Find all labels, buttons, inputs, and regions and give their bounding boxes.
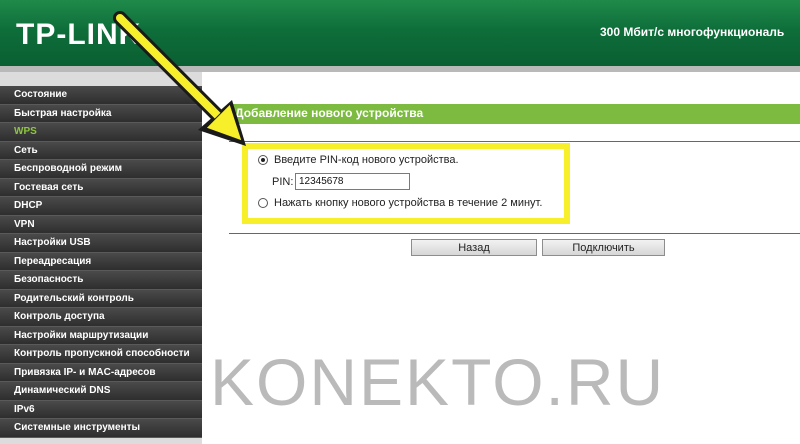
sidebar-item[interactable]: Контроль пропускной способности bbox=[0, 345, 202, 364]
sidebar-item[interactable]: Системные инструменты bbox=[0, 419, 202, 438]
sidebar-item[interactable]: Сеть bbox=[0, 141, 202, 160]
sidebar-item[interactable]: Состояние bbox=[0, 86, 202, 105]
sidebar-item[interactable]: Динамический DNS bbox=[0, 382, 202, 401]
section-title: Добавление нового устройства bbox=[235, 106, 424, 120]
sidebar-item[interactable]: Родительский контроль bbox=[0, 289, 202, 308]
sidebar-item[interactable]: VPN bbox=[0, 215, 202, 234]
sidebar-item[interactable]: WPS bbox=[0, 123, 202, 142]
sidebar: Состояние Быстрая настройка WPS Сеть Беспров… bbox=[0, 72, 202, 444]
router-admin-page: TP-LINK 300 Мбит/с многофункциональ Сост… bbox=[0, 0, 800, 444]
sidebar-item[interactable]: DHCP bbox=[0, 197, 202, 216]
watermark: KONEKTO.RU bbox=[210, 345, 666, 419]
tp-link-logo: TP-LINK bbox=[16, 18, 142, 51]
sidebar-item[interactable]: Быстрая настройка bbox=[0, 104, 202, 123]
sidebar-item[interactable]: IPv6 bbox=[0, 400, 202, 419]
back-button[interactable]: Назад bbox=[411, 239, 537, 256]
highlight-box bbox=[242, 143, 570, 224]
divider bbox=[229, 141, 800, 142]
sidebar-item[interactable]: Привязка IP- и MAC-адресов bbox=[0, 363, 202, 382]
header-bar: TP-LINK 300 Мбит/с многофункциональ bbox=[0, 0, 800, 66]
section-header: Добавление нового устройства bbox=[229, 104, 800, 124]
sidebar-item[interactable]: Настройки маршрутизации bbox=[0, 326, 202, 345]
connect-button[interactable]: Подключить bbox=[542, 239, 665, 256]
sidebar-item[interactable]: Переадресация bbox=[0, 252, 202, 271]
sidebar-item[interactable]: Контроль доступа bbox=[0, 308, 202, 327]
product-title: 300 Мбит/с многофункциональ bbox=[600, 25, 785, 39]
sidebar-menu: Состояние Быстрая настройка WPS Сеть Беспров… bbox=[0, 86, 202, 438]
sidebar-item[interactable]: Гостевая сеть bbox=[0, 178, 202, 197]
sidebar-item[interactable]: Безопасность bbox=[0, 271, 202, 290]
sidebar-item[interactable]: Настройки USB bbox=[0, 234, 202, 253]
divider bbox=[229, 233, 800, 234]
sidebar-item[interactable]: Беспроводной режим bbox=[0, 160, 202, 179]
